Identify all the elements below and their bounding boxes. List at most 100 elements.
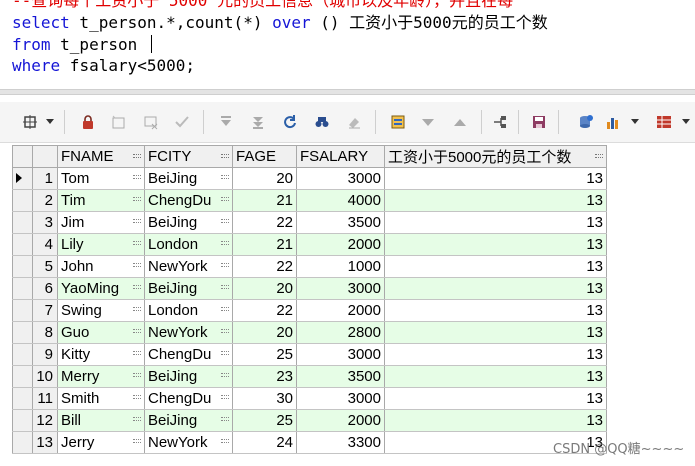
first-record-icon[interactable] — [216, 112, 236, 132]
cell-fcity[interactable]: London — [144, 233, 233, 256]
cell-fage[interactable]: 21 — [232, 233, 297, 256]
cell-count[interactable]: 13 — [384, 233, 607, 256]
cell-ellipsis-icon[interactable] — [133, 197, 141, 201]
database-info-icon[interactable] — [576, 112, 596, 132]
sort-desc-icon[interactable] — [418, 112, 438, 132]
cell-fsalary[interactable]: 3000 — [296, 387, 385, 410]
row-number[interactable]: 4 — [32, 233, 58, 256]
cell-fsalary[interactable]: 3000 — [296, 343, 385, 366]
row-indicator[interactable] — [12, 255, 33, 278]
cell-ellipsis-icon[interactable] — [221, 373, 229, 377]
cell-ellipsis-icon[interactable] — [221, 395, 229, 399]
sql-editor[interactable]: --查询每个工资小于 5000 元的员工信息（城市以及年龄），并且在每 sele… — [0, 0, 695, 86]
cell-fsalary[interactable]: 2800 — [296, 321, 385, 344]
cell-ellipsis-icon[interactable] — [221, 263, 229, 267]
cell-fsalary[interactable]: 2000 — [296, 233, 385, 256]
row-number[interactable]: 5 — [32, 255, 58, 278]
indicator-header[interactable] — [12, 145, 33, 168]
row-number[interactable]: 2 — [32, 189, 58, 212]
cell-fname[interactable]: Kitty — [57, 343, 145, 366]
table-row[interactable]: 10 Merry BeiJing 23 3500 13 — [12, 365, 607, 388]
cell-fcity[interactable]: NewYork — [144, 321, 233, 344]
row-indicator[interactable] — [12, 299, 33, 322]
table-row[interactable]: 1 Tom BeiJing 20 3000 13 — [12, 167, 607, 190]
cell-fname[interactable]: YaoMing — [57, 277, 145, 300]
cell-ellipsis-icon[interactable] — [221, 219, 229, 223]
row-number[interactable]: 9 — [32, 343, 58, 366]
cell-ellipsis-icon[interactable] — [133, 241, 141, 245]
chart-icon[interactable] — [603, 112, 623, 132]
row-number[interactable]: 11 — [32, 387, 58, 410]
apply-icon[interactable] — [172, 112, 192, 132]
cell-fsalary[interactable]: 3300 — [296, 431, 385, 454]
cell-fsalary[interactable]: 4000 — [296, 189, 385, 212]
row-number[interactable]: 13 — [32, 431, 58, 454]
cell-ellipsis-icon[interactable] — [133, 175, 141, 179]
table-row[interactable]: 6 YaoMing BeiJing 20 3000 13 — [12, 277, 607, 300]
column-header-fcity[interactable]: FCITY — [144, 145, 233, 168]
delete-row-icon[interactable] — [141, 112, 161, 132]
cell-ellipsis-icon[interactable] — [133, 307, 141, 311]
table-row[interactable]: 7 Swing London 22 2000 13 — [12, 299, 607, 322]
cell-fage[interactable]: 21 — [232, 189, 297, 212]
find-icon[interactable] — [312, 112, 332, 132]
row-number[interactable]: 7 — [32, 299, 58, 322]
row-number[interactable]: 3 — [32, 211, 58, 234]
table-icon[interactable] — [654, 112, 674, 132]
cell-fname[interactable]: Smith — [57, 387, 145, 410]
cell-fage[interactable]: 20 — [232, 167, 297, 190]
lock-icon[interactable] — [78, 112, 98, 132]
cell-count[interactable]: 13 — [384, 365, 607, 388]
cell-ellipsis-icon[interactable] — [221, 351, 229, 355]
cell-fname[interactable]: Merry — [57, 365, 145, 388]
cell-fcity[interactable]: NewYork — [144, 431, 233, 454]
column-header-fname[interactable]: FNAME — [57, 145, 145, 168]
row-number[interactable]: 10 — [32, 365, 58, 388]
row-indicator[interactable] — [12, 167, 33, 190]
table-row[interactable]: 5 John NewYork 22 1000 13 — [12, 255, 607, 278]
cell-fcity[interactable]: ChengDu — [144, 189, 233, 212]
new-row-icon[interactable] — [108, 112, 128, 132]
cell-count[interactable]: 13 — [384, 299, 607, 322]
column-header-count[interactable]: 工资小于5000元的员工个数 — [384, 145, 607, 168]
row-indicator[interactable] — [12, 189, 33, 212]
cell-ellipsis-icon[interactable] — [133, 439, 141, 443]
row-indicator[interactable] — [12, 321, 33, 344]
row-indicator[interactable] — [12, 343, 33, 366]
row-number-header[interactable] — [32, 145, 58, 168]
cell-fname[interactable]: John — [57, 255, 145, 278]
cell-fage[interactable]: 30 — [232, 387, 297, 410]
cell-fsalary[interactable]: 1000 — [296, 255, 385, 278]
cell-fcity[interactable]: BeiJing — [144, 365, 233, 388]
row-indicator[interactable] — [12, 365, 33, 388]
cell-fage[interactable]: 23 — [232, 365, 297, 388]
cell-fname[interactable]: Swing — [57, 299, 145, 322]
cell-fcity[interactable]: BeiJing — [144, 167, 233, 190]
row-indicator[interactable] — [12, 233, 33, 256]
cell-fname[interactable]: Guo — [57, 321, 145, 344]
table-row[interactable]: 11 Smith ChengDu 30 3000 13 — [12, 387, 607, 410]
cell-ellipsis-icon[interactable] — [221, 197, 229, 201]
cell-count[interactable]: 13 — [384, 255, 607, 278]
cell-count[interactable]: 13 — [384, 409, 607, 432]
cell-count[interactable]: 13 — [384, 387, 607, 410]
column-header-fsalary[interactable]: FSALARY — [296, 145, 385, 168]
cell-ellipsis-icon[interactable] — [133, 329, 141, 333]
cell-fcity[interactable]: ChengDu — [144, 343, 233, 366]
cell-fname[interactable]: Bill — [57, 409, 145, 432]
row-number[interactable]: 6 — [32, 277, 58, 300]
column-header-fage[interactable]: FAGE — [232, 145, 297, 168]
cell-fage[interactable]: 20 — [232, 321, 297, 344]
column-menu-icon[interactable] — [221, 154, 229, 158]
chevron-down-icon[interactable] — [682, 119, 690, 124]
cell-fage[interactable]: 24 — [232, 431, 297, 454]
chevron-down-icon[interactable] — [46, 119, 54, 124]
cell-count[interactable]: 13 — [384, 189, 607, 212]
sort-asc-icon[interactable] — [450, 112, 470, 132]
cell-ellipsis-icon[interactable] — [221, 241, 229, 245]
column-menu-icon[interactable] — [595, 154, 603, 158]
cell-count[interactable]: 13 — [384, 211, 607, 234]
table-row[interactable]: 13 Jerry NewYork 24 3300 13 — [12, 431, 607, 454]
result-grid[interactable]: FNAME FCITY FAGE FSALARY 工资小于5000元的员工个数 … — [12, 145, 607, 454]
last-record-icon[interactable] — [248, 112, 268, 132]
